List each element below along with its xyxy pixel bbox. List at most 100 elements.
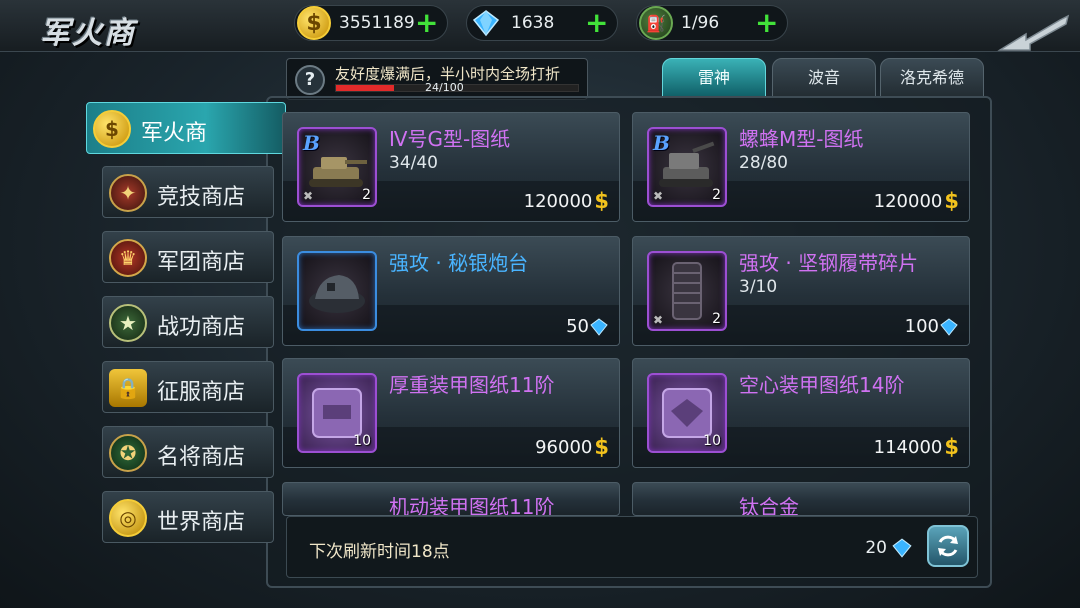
oil-barrel-icon: ⛽ bbox=[639, 6, 673, 40]
item-icon-frame: B ✖ 2 bbox=[297, 127, 377, 207]
diamond-icon bbox=[469, 6, 503, 40]
sidebar-item-arms-dealer[interactable]: $ 军火商 bbox=[86, 102, 286, 154]
item-icon-frame: 10 bbox=[647, 373, 727, 453]
item-name: 厚重装甲图纸11阶 bbox=[389, 373, 555, 397]
item-name: Ⅳ号G型-图纸 bbox=[389, 127, 511, 151]
eagle-emblem-icon: ✦ bbox=[109, 174, 147, 212]
sidebar-item-merit-shop[interactable]: ★ 战功商店 bbox=[102, 296, 274, 348]
shop-item-card[interactable]: 10 空心装甲图纸14阶 114000 $ bbox=[632, 358, 970, 468]
item-icon-frame: 10 bbox=[297, 373, 377, 453]
friendship-progress-label: 24/100 bbox=[425, 81, 464, 94]
general-emblem-icon: ✪ bbox=[109, 434, 147, 472]
shop-item-card[interactable]: ✖ 2 强攻 · 坚钢履带碎片 3/10 100 bbox=[632, 236, 970, 346]
item-icon-frame bbox=[297, 251, 377, 331]
dollar-icon: $ bbox=[944, 435, 959, 459]
price-value: 120000 bbox=[523, 190, 593, 212]
trophy-icon: ♛ bbox=[109, 239, 147, 277]
refresh-icon bbox=[938, 535, 958, 557]
item-progress: 3/10 bbox=[739, 277, 778, 297]
add-oil-button[interactable]: + bbox=[755, 9, 778, 37]
sidebar-item-label: 战功商店 bbox=[157, 315, 246, 340]
item-progress: 28/80 bbox=[739, 153, 788, 173]
shop-item-card[interactable]: B ✖ 2 螺蜂M型-图纸 28/80 120000 $ bbox=[632, 112, 970, 222]
sidebar-item-conquest-shop[interactable]: 🔒 征服商店 bbox=[102, 361, 274, 413]
turret-icon bbox=[309, 275, 365, 313]
item-name: 机动装甲图纸11阶 bbox=[389, 495, 555, 516]
refresh-button[interactable] bbox=[927, 525, 969, 567]
add-gold-button[interactable]: + bbox=[415, 9, 438, 37]
lock-icon: 🔒 bbox=[109, 369, 147, 407]
gold-value: 3551189 bbox=[339, 13, 415, 33]
item-progress: 34/40 bbox=[389, 153, 438, 173]
item-icon-frame: B ✖ 2 bbox=[647, 127, 727, 207]
diamond-icon bbox=[892, 538, 912, 558]
sidebar-item-legion-shop[interactable]: ♛ 军团商店 bbox=[102, 231, 274, 283]
friendship-notice: ? 友好度爆满后，半小时内全场打折 24/100 bbox=[286, 58, 588, 100]
shop-item-card[interactable]: 10 厚重装甲图纸11阶 96000 $ bbox=[282, 358, 620, 468]
blueprint-badge: B bbox=[653, 131, 670, 155]
dollar-icon: $ bbox=[93, 110, 131, 148]
item-price[interactable]: 100 bbox=[905, 316, 959, 337]
sidebar-item-general-shop[interactable]: ✪ 名将商店 bbox=[102, 426, 274, 478]
shop-item-card[interactable]: B ✖ 2 Ⅳ号G型-图纸 34/40 120000 $ bbox=[282, 112, 620, 222]
tab-boeing[interactable]: 波音 bbox=[772, 58, 876, 98]
shop-item-card[interactable]: 机动装甲图纸11阶 bbox=[282, 482, 620, 516]
tab-raytheon[interactable]: 雷神 bbox=[662, 58, 766, 98]
item-price[interactable]: 50 bbox=[566, 316, 609, 337]
item-quantity: 2 bbox=[712, 187, 721, 203]
part-icon: ✖ bbox=[303, 189, 314, 203]
gold-resource: $ 3551189 + bbox=[294, 5, 448, 41]
page-title: 军火商 bbox=[40, 16, 136, 51]
refresh-cost-value: 20 bbox=[865, 538, 887, 558]
tab-lockheed[interactable]: 洛克希德 bbox=[880, 58, 984, 98]
item-quantity: 10 bbox=[353, 433, 371, 449]
item-quantity: 2 bbox=[362, 187, 371, 203]
item-name: 螺蜂M型-图纸 bbox=[739, 127, 864, 151]
top-bar: 军火商 $ 3551189 + 1638 + ⛽ 1/96 + bbox=[0, 0, 1080, 52]
refresh-time-text: 下次刷新时间18点 bbox=[309, 542, 450, 562]
oil-value: 1/96 bbox=[681, 13, 720, 33]
part-icon: ✖ bbox=[653, 189, 664, 203]
sidebar-item-arena-shop[interactable]: ✦ 竞技商店 bbox=[102, 166, 274, 218]
sidebar-item-label: 竞技商店 bbox=[157, 185, 246, 210]
dollar-icon: $ bbox=[944, 189, 959, 213]
shop-item-card[interactable]: 强攻 · 秘银炮台 50 bbox=[282, 236, 620, 346]
item-price[interactable]: 96000 $ bbox=[535, 435, 609, 459]
add-diamond-button[interactable]: + bbox=[585, 9, 608, 37]
dollar-icon: $ bbox=[594, 435, 609, 459]
price-value: 96000 bbox=[535, 436, 593, 458]
item-name: 空心装甲图纸14阶 bbox=[739, 373, 905, 397]
diamond-icon bbox=[590, 317, 608, 336]
price-value: 100 bbox=[904, 316, 939, 337]
price-value: 50 bbox=[566, 316, 589, 337]
sidebar-item-label: 军火商 bbox=[141, 121, 208, 146]
item-price[interactable]: 120000 $ bbox=[524, 189, 609, 213]
shop-item-card[interactable]: 钛合金 bbox=[632, 482, 970, 516]
sidebar-item-label: 名将商店 bbox=[157, 445, 246, 470]
dollar-coin-icon: $ bbox=[297, 6, 331, 40]
diamond-value: 1638 bbox=[511, 13, 555, 33]
item-name: 强攻 · 坚钢履带碎片 bbox=[739, 251, 919, 275]
price-value: 120000 bbox=[873, 190, 943, 212]
price-value: 114000 bbox=[873, 436, 943, 458]
refresh-cost: 20 bbox=[865, 537, 913, 559]
refresh-bar: 下次刷新时间18点 20 bbox=[286, 516, 978, 578]
diamond-resource: 1638 + bbox=[466, 5, 618, 41]
sidebar-item-label: 征服商店 bbox=[157, 380, 246, 405]
star-emblem-icon: ★ bbox=[109, 304, 147, 342]
help-icon[interactable]: ? bbox=[295, 65, 325, 95]
back-arrow-icon[interactable] bbox=[996, 10, 1072, 54]
item-price[interactable]: 120000 $ bbox=[874, 189, 959, 213]
item-price[interactable]: 114000 $ bbox=[874, 435, 959, 459]
item-name: 钛合金 bbox=[739, 495, 799, 516]
sidebar-item-label: 世界商店 bbox=[157, 510, 246, 535]
diamond-icon bbox=[940, 317, 958, 336]
oil-resource: ⛽ 1/96 + bbox=[636, 5, 788, 41]
dollar-icon: $ bbox=[594, 189, 609, 213]
item-name: 强攻 · 秘银炮台 bbox=[389, 251, 529, 275]
item-quantity: 2 bbox=[712, 311, 721, 327]
item-quantity: 10 bbox=[703, 433, 721, 449]
sidebar-item-world-shop[interactable]: ◎ 世界商店 bbox=[102, 491, 274, 543]
part-icon: ✖ bbox=[653, 313, 664, 327]
friendship-progress-fill bbox=[336, 85, 395, 91]
